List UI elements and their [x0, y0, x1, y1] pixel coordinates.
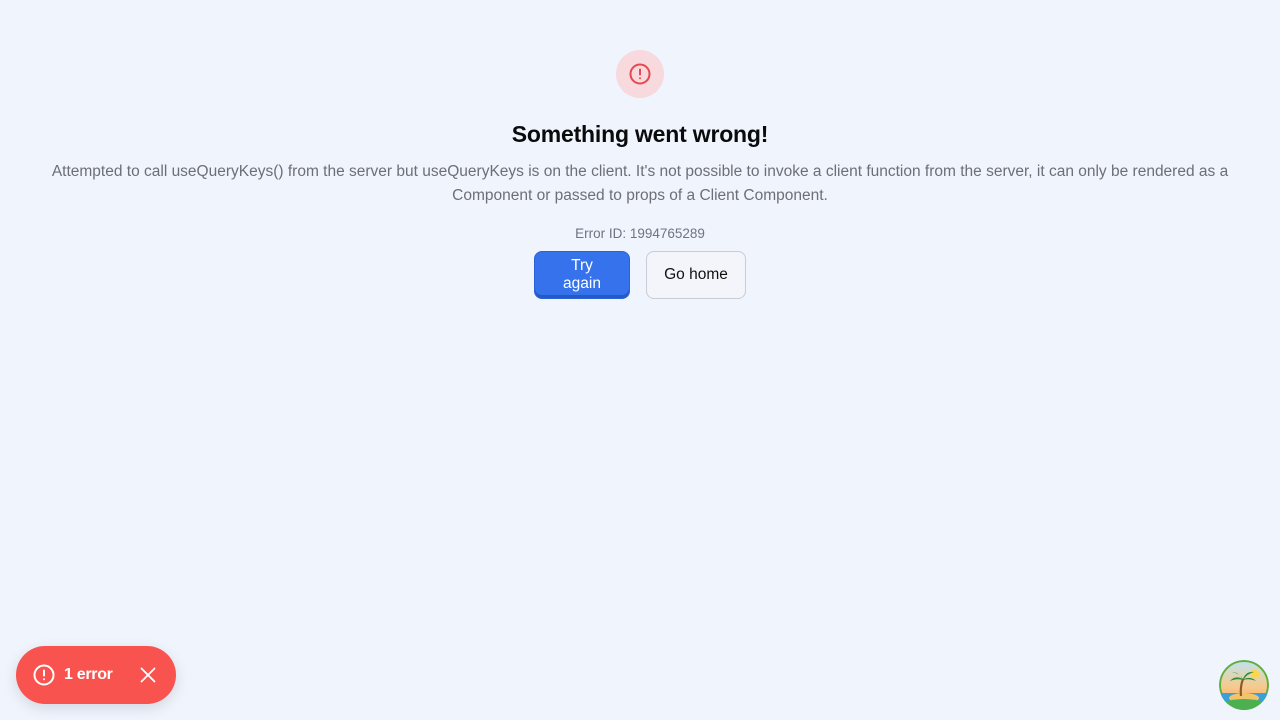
error-message: Attempted to call useQueryKeys() from th… — [51, 163, 1229, 204]
island-palm-icon[interactable] — [1219, 660, 1269, 710]
error-page: Something went wrong! Attempted to call … — [0, 0, 1280, 299]
error-count-label: 1 error — [64, 666, 113, 683]
close-icon[interactable] — [136, 663, 160, 687]
go-home-button[interactable]: Go home — [646, 251, 746, 299]
page-title: Something went wrong! — [511, 121, 769, 147]
alert-circle-icon — [616, 50, 664, 98]
error-toast[interactable]: 1 error — [16, 646, 176, 704]
error-actions: Try again Go home — [534, 251, 746, 299]
try-again-button[interactable]: Try again — [534, 251, 630, 299]
alert-circle-icon — [33, 664, 55, 686]
error-id: Error ID: 1994765289 — [575, 226, 705, 241]
